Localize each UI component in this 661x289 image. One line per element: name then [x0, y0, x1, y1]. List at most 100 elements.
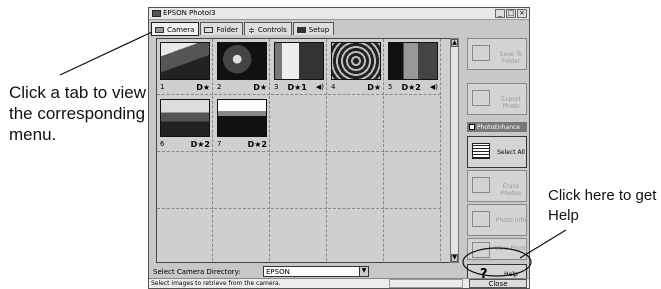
thumbnail-cell[interactable]: 4 D★: [328, 39, 384, 95]
empty-cell: [271, 96, 327, 152]
photo-number: 3: [274, 83, 279, 91]
scroll-down-arrow-icon[interactable]: ▼: [451, 254, 458, 262]
status-bar: Select images to retrieve from the camer…: [149, 278, 529, 288]
empty-cell: [328, 210, 384, 262]
tab-folder[interactable]: Folder: [200, 22, 244, 35]
empty-cell: [271, 153, 327, 209]
checkbox-box[interactable]: [469, 124, 475, 130]
help-callout-text: Click here to get Help: [548, 187, 657, 224]
tab-setup[interactable]: Setup: [292, 22, 335, 35]
photo-mode: D★: [196, 83, 210, 92]
empty-cell: [214, 210, 270, 262]
photo-enhance-checkbox[interactable]: PhotoEnhance: [467, 122, 527, 132]
thumbnail-cell[interactable]: 1 D★: [157, 39, 213, 95]
window-title: EPSON PhotoI3: [163, 9, 216, 17]
tab-setup-label: Setup: [308, 26, 330, 34]
photo-number: 1: [160, 83, 165, 91]
thumbnail-cell[interactable]: 5 D★2 ◀): [385, 39, 441, 95]
audio-icon: ◀): [429, 83, 438, 91]
photo-info-icon: [472, 211, 490, 227]
photo-thumbnail[interactable]: [331, 42, 381, 80]
photo-number: 6: [160, 140, 165, 148]
setup-icon: [296, 27, 306, 33]
tab-controls-label: Controls: [257, 26, 287, 34]
empty-cell: [157, 153, 213, 209]
photo-number: 4: [331, 83, 336, 91]
help-label: Help: [504, 271, 518, 278]
view-photo-icon: [472, 242, 490, 258]
photo-mode: D★1: [287, 83, 307, 92]
empty-cell: [385, 153, 441, 209]
save-to-folder-button[interactable]: Save To Folder: [467, 38, 527, 70]
maximize-button[interactable]: □: [506, 9, 516, 18]
tab-camera[interactable]: Camera: [151, 22, 200, 36]
empty-cell: [385, 96, 441, 152]
camera-icon: [155, 27, 164, 33]
select-all-button[interactable]: Select All: [467, 136, 527, 168]
close-window-button[interactable]: ×: [517, 9, 527, 18]
photo-thumbnail[interactable]: [217, 99, 267, 137]
camera-directory-value: EPSON: [266, 268, 290, 276]
tab-folder-label: Folder: [216, 26, 239, 34]
title-bar: EPSON PhotoI3 _ □ ×: [149, 8, 529, 20]
export-photo-label: Export Photo: [501, 96, 521, 110]
photo-enhance-label: PhotoEnhance: [477, 123, 520, 131]
photo-thumbnail[interactable]: [388, 42, 438, 80]
save-to-folder-icon: [472, 45, 490, 61]
empty-cell: [271, 210, 327, 262]
photo-mode: D★: [253, 83, 267, 92]
tab-callout-line: [59, 31, 153, 76]
minimize-button[interactable]: _: [495, 9, 505, 18]
sliders-icon: ≑: [248, 25, 255, 35]
audio-icon: ◀): [315, 83, 324, 91]
export-photo-button[interactable]: Export Photo: [467, 83, 527, 115]
tab-controls[interactable]: ≑ Controls: [244, 22, 292, 35]
camera-directory-row: Select Camera Directory: EPSON ▼: [153, 266, 453, 278]
status-message: Select images to retrieve from the camer…: [151, 280, 281, 287]
thumbnail-cell[interactable]: 6 D★2: [157, 96, 213, 152]
camera-directory-label: Select Camera Directory:: [153, 268, 241, 276]
photo-mode: D★2: [247, 140, 267, 149]
photo-number: 2: [217, 83, 222, 91]
camera-directory-select[interactable]: EPSON ▼: [263, 266, 369, 277]
empty-cell: [328, 153, 384, 209]
tab-bar: Camera Folder ≑ Controls Setup: [151, 22, 335, 36]
folder-icon: [204, 27, 214, 33]
photo-thumbnail[interactable]: [274, 42, 324, 80]
tab-callout-text: Click a tab to view the corresponding me…: [9, 83, 146, 144]
select-all-label: Select All: [497, 149, 525, 156]
empty-cell: [328, 96, 384, 152]
photo-mode: D★2: [401, 83, 421, 92]
export-photo-icon: [472, 90, 490, 106]
photo-info-button[interactable]: Photo Info: [467, 204, 527, 236]
photo-mode: D★: [367, 83, 381, 92]
photo-thumbnail[interactable]: [160, 99, 210, 137]
photo-info-label: Photo Info: [495, 217, 527, 224]
scroll-up-arrow-icon[interactable]: ▲: [451, 39, 458, 47]
select-all-icon: [472, 143, 490, 159]
photo-number: 5: [388, 83, 393, 91]
empty-cell: [157, 210, 213, 262]
tab-camera-label: Camera: [167, 26, 195, 34]
photo-app-window: EPSON PhotoI3 _ □ × Camera Folder ≑ Cont…: [148, 7, 530, 289]
grid-scrollbar[interactable]: ▲ ▼: [450, 38, 459, 263]
erase-photos-icon: [472, 177, 490, 193]
thumbnail-grid[interactable]: 1 D★ 2 D★ 3 D★1 ◀) 4 D★ 5 D★2 ◀) 6 D★2 7 D★2: [156, 38, 458, 263]
erase-photos-label: Erase Photos: [500, 183, 522, 197]
status-pane: [389, 279, 463, 288]
save-to-folder-label: Save To Folder: [499, 51, 523, 65]
photo-mode: D★2: [190, 140, 210, 149]
photo-thumbnail[interactable]: [217, 42, 267, 80]
thumbnail-cell[interactable]: 3 D★1 ◀): [271, 39, 327, 95]
chevron-down-icon[interactable]: ▼: [359, 267, 368, 276]
view-photo-label: View Photo: [494, 245, 528, 252]
empty-cell: [214, 153, 270, 209]
view-photo-button[interactable]: View Photo: [467, 238, 528, 260]
erase-photos-button[interactable]: Erase Photos: [467, 170, 527, 202]
app-icon: [152, 10, 161, 17]
close-button[interactable]: Close: [469, 279, 527, 288]
empty-cell: [385, 210, 441, 262]
photo-thumbnail[interactable]: [160, 42, 210, 80]
thumbnail-cell[interactable]: 7 D★2: [214, 96, 270, 152]
thumbnail-cell[interactable]: 2 D★: [214, 39, 270, 95]
